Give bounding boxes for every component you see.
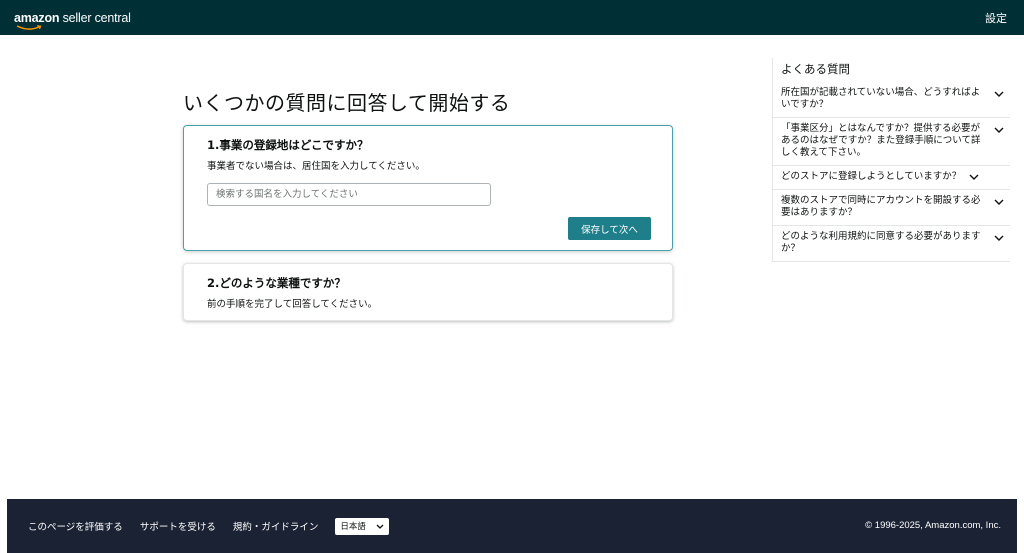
chevron-down-icon [994, 127, 1004, 133]
page-title: いくつかの質問に回答して開始する [183, 91, 511, 115]
step2-description: 前の手順を完了して回答してください。 [207, 299, 378, 310]
chevron-down-icon [969, 174, 979, 180]
step2-card: 2.どのような業種ですか？ 前の手順を完了して回答してください。 [183, 263, 673, 321]
faq-item-which-store[interactable]: どのストアに登録しようとしていますか？ [773, 166, 1010, 190]
top-header: amazon seller central 設定 [0, 0, 1024, 35]
save-and-next-button[interactable]: 保存して次へ [568, 217, 651, 240]
footer: このページを評価する サポートを受ける 規約・ガイドライン 日本語 © 1996… [7, 499, 1017, 553]
seller-central-logo[interactable]: amazon seller central [14, 10, 131, 30]
faq-item-label: 「事業区分」とはなんですか？提供する必要があるのはなぜですか？また登録手順につい… [781, 123, 981, 158]
country-search-input[interactable] [207, 183, 491, 206]
language-select-value: 日本語 [340, 522, 366, 532]
step1-card: 1.事業の登録地はどこですか？ 事業者でない場合は、居住国を入力してください。 … [183, 125, 673, 251]
faq-item-label: どのストアに登録しようとしていますか？ [781, 171, 962, 182]
faq-item-label: 複数のストアで同時にアカウントを開設する必要はありますか？ [781, 195, 981, 218]
step1-description: 事業者でない場合は、居住国を入力してください。 [207, 161, 425, 172]
faq-sidebar: よくある質問 所在国が記載されていない場合、どうすればよいですか？ 「事業区分」… [772, 58, 1010, 262]
step1-title: 1.事業の登録地はどこですか？ [207, 138, 369, 152]
faq-item-country-not-listed[interactable]: 所在国が記載されていない場合、どうすればよいですか？ [773, 82, 1010, 118]
get-support-link[interactable]: サポートを受ける [140, 519, 216, 533]
logo-suffix: seller central [62, 10, 131, 25]
faq-item-label: 所在国が記載されていない場合、どうすればよいですか？ [781, 87, 981, 110]
copyright: © 1996-2025, Amazon.com, Inc. [865, 520, 1001, 531]
faq-item-business-type[interactable]: 「事業区分」とはなんですか？提供する必要があるのはなぜですか？また登録手順につい… [773, 118, 1010, 166]
settings-link[interactable]: 設定 [985, 10, 1007, 26]
faq-item-terms[interactable]: どのような利用規約に同意する必要がありますか？ [773, 226, 1010, 262]
chevron-down-icon [376, 524, 384, 529]
faq-item-label: どのような利用規約に同意する必要がありますか？ [781, 231, 981, 254]
chevron-down-icon [994, 235, 1004, 241]
chevron-down-icon [994, 199, 1004, 205]
amazon-smile-icon [16, 24, 42, 30]
language-select[interactable]: 日本語 [335, 517, 390, 535]
step2-title: 2.どのような業種ですか？ [207, 276, 346, 290]
faq-title: よくある質問 [781, 62, 850, 76]
page: amazon seller central 設定 いくつかの質問に回答して開始す… [0, 0, 1024, 553]
rate-page-link[interactable]: このページを評価する [28, 519, 123, 533]
logo-brand: amazon [14, 10, 60, 25]
chevron-down-icon [994, 91, 1004, 97]
policies-link[interactable]: 規約・ガイドライン [233, 519, 319, 533]
faq-item-multiple-stores[interactable]: 複数のストアで同時にアカウントを開設する必要はありますか？ [773, 190, 1010, 226]
